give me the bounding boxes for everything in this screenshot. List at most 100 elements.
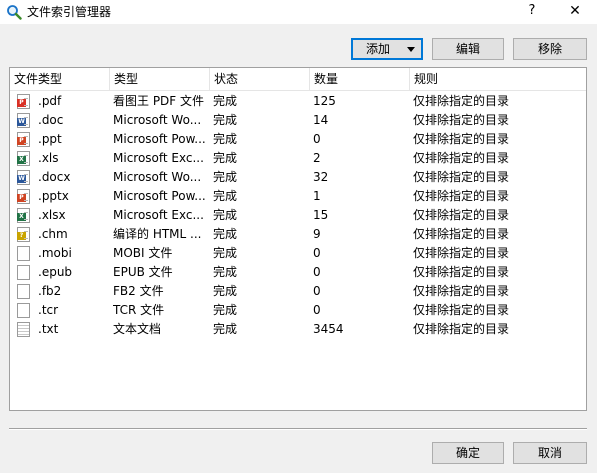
cell-extension: .epub (38, 265, 73, 279)
table-row[interactable]: X .xlsx Microsoft Exc... 完成 15 仅排除指定的目录 (10, 206, 586, 225)
search-icon (7, 5, 22, 20)
close-button[interactable]: ✕ (560, 0, 590, 24)
cell-rule: 仅排除指定的目录 (413, 189, 510, 203)
cell-rule: 仅排除指定的目录 (413, 322, 510, 336)
cell-rule: 仅排除指定的目录 (413, 227, 510, 241)
dropdown-arrow-icon (407, 47, 415, 52)
cell-extension: .pptx (38, 189, 69, 203)
word-icon: W (17, 170, 30, 185)
cell-extension: .chm (38, 227, 68, 241)
text-file-icon (17, 322, 30, 337)
excel-icon: X (17, 151, 30, 166)
cell-status: 完成 (213, 322, 238, 336)
cell-status: 完成 (213, 227, 238, 241)
cell-type: FB2 文件 (113, 284, 164, 298)
cell-count: 32 (313, 170, 329, 184)
add-button[interactable]: 添加 (351, 38, 423, 60)
cell-count: 2 (313, 151, 321, 165)
table-row[interactable]: .tcr TCR 文件 完成 0 仅排除指定的目录 (10, 301, 586, 320)
cell-extension: .pdf (38, 94, 62, 108)
table-row[interactable]: .epub EPUB 文件 完成 0 仅排除指定的目录 (10, 263, 586, 282)
cell-count: 0 (313, 265, 321, 279)
cell-type: 文本文档 (113, 322, 162, 336)
cell-count: 1 (313, 189, 321, 203)
cell-type: MOBI 文件 (113, 246, 173, 260)
table-row[interactable]: ? .chm 编译的 HTML ... 完成 9 仅排除指定的目录 (10, 225, 586, 244)
cell-extension: .fb2 (38, 284, 62, 298)
blank-file-icon (17, 265, 30, 280)
word-icon: W (17, 113, 30, 128)
column-header-status[interactable]: 状态 (210, 68, 310, 90)
blank-file-icon (17, 284, 30, 299)
cell-count: 3454 (313, 322, 344, 336)
cell-status: 完成 (213, 284, 238, 298)
table-row[interactable]: .fb2 FB2 文件 完成 0 仅排除指定的目录 (10, 282, 586, 301)
cell-status: 完成 (213, 303, 238, 317)
cell-count: 0 (313, 284, 321, 298)
pdf-icon: P (17, 94, 30, 109)
cancel-button[interactable]: 取消 (513, 442, 587, 464)
cell-count: 0 (313, 246, 321, 260)
table-row[interactable]: X .xls Microsoft Exc... 完成 2 仅排除指定的目录 (10, 149, 586, 168)
cell-status: 完成 (213, 132, 238, 146)
window-title: 文件索引管理器 (27, 5, 112, 19)
cell-status: 完成 (213, 170, 238, 184)
cell-type: Microsoft Wo... (113, 113, 202, 127)
cell-status: 完成 (213, 94, 238, 108)
cell-type: 编译的 HTML ... (113, 227, 202, 241)
cell-rule: 仅排除指定的目录 (413, 265, 510, 279)
edit-button[interactable]: 编辑 (432, 38, 504, 60)
excel-icon: X (17, 208, 30, 223)
cell-count: 0 (313, 132, 321, 146)
cell-status: 完成 (213, 151, 238, 165)
cell-type: Microsoft Pow... (113, 189, 206, 203)
column-header-count[interactable]: 数量 (310, 68, 410, 90)
cell-type: Microsoft Exc... (113, 208, 204, 222)
column-header-rule[interactable]: 规则 (410, 68, 586, 90)
cell-extension: .ppt (38, 132, 62, 146)
cell-rule: 仅排除指定的目录 (413, 246, 510, 260)
cell-type: 看图王 PDF 文件 (113, 94, 205, 108)
cell-count: 0 (313, 303, 321, 317)
file-type-list[interactable]: 文件类型 类型 状态 数量 规则 P .pdf 看图王 PDF 文件 完成 125 仅排除… (9, 67, 587, 411)
divider (9, 428, 587, 430)
table-row[interactable]: W .doc Microsoft Wo... 完成 14 仅排除指定的目录 (10, 111, 586, 130)
remove-button[interactable]: 移除 (513, 38, 587, 60)
cell-status: 完成 (213, 208, 238, 222)
column-header-file-type[interactable]: 文件类型 (10, 68, 110, 90)
blank-file-icon (17, 303, 30, 318)
cell-rule: 仅排除指定的目录 (413, 151, 510, 165)
help-button[interactable]: ? (518, 0, 546, 24)
cell-extension: .txt (38, 322, 59, 336)
ok-button[interactable]: 确定 (432, 442, 504, 464)
help-file-icon: ? (17, 227, 30, 242)
title-bar: 文件索引管理器 ? ✕ (0, 0, 597, 24)
cell-status: 完成 (213, 189, 238, 203)
table-row[interactable]: P .pptx Microsoft Pow... 完成 1 仅排除指定的目录 (10, 187, 586, 206)
cell-rule: 仅排除指定的目录 (413, 113, 510, 127)
cell-extension: .mobi (38, 246, 72, 260)
cell-extension: .docx (38, 170, 71, 184)
cell-count: 14 (313, 113, 329, 127)
cell-type: Microsoft Exc... (113, 151, 204, 165)
cell-count: 15 (313, 208, 329, 222)
cell-extension: .tcr (38, 303, 59, 317)
blank-file-icon (17, 246, 30, 261)
cell-status: 完成 (213, 265, 238, 279)
powerpoint-icon: P (17, 132, 30, 147)
table-row[interactable]: .mobi MOBI 文件 完成 0 仅排除指定的目录 (10, 244, 586, 263)
table-row[interactable]: P .ppt Microsoft Pow... 完成 0 仅排除指定的目录 (10, 130, 586, 149)
column-header-type[interactable]: 类型 (110, 68, 210, 90)
add-button-label: 添加 (366, 42, 391, 56)
cell-extension: .xls (38, 151, 59, 165)
cell-status: 完成 (213, 113, 238, 127)
cell-rule: 仅排除指定的目录 (413, 303, 510, 317)
cell-rule: 仅排除指定的目录 (413, 284, 510, 298)
cell-extension: .xlsx (38, 208, 66, 222)
cell-type: Microsoft Pow... (113, 132, 206, 146)
table-row[interactable]: P .pdf 看图王 PDF 文件 完成 125 仅排除指定的目录 (10, 92, 586, 111)
table-row[interactable]: W .docx Microsoft Wo... 完成 32 仅排除指定的目录 (10, 168, 586, 187)
cell-rule: 仅排除指定的目录 (413, 132, 510, 146)
table-row[interactable]: .txt 文本文档 完成 3454 仅排除指定的目录 (10, 320, 586, 339)
cell-type: Microsoft Wo... (113, 170, 202, 184)
